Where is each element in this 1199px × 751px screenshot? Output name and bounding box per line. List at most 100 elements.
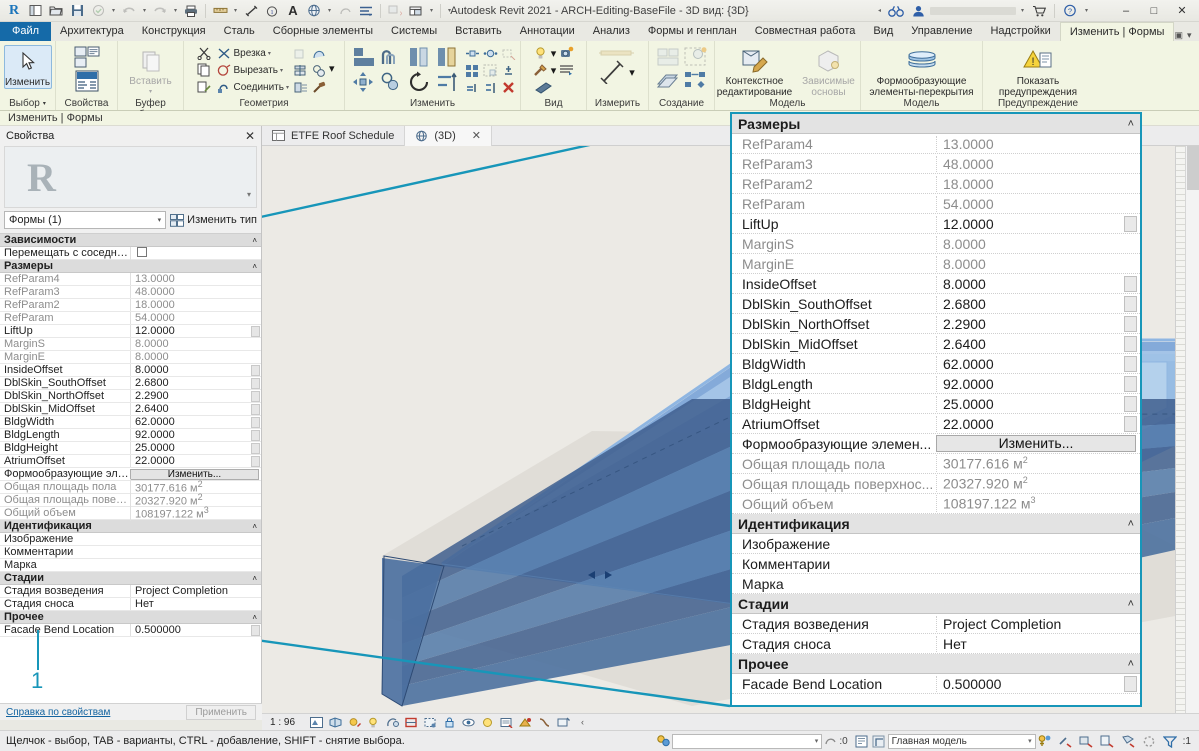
maximize-button[interactable]: □ [1141,1,1167,21]
create-group-icon[interactable] [683,46,709,68]
property-value[interactable]: 92.0000 [936,375,1124,392]
property-value[interactable]: 2.2900 [130,390,251,402]
property-value[interactable]: 62.0000 [936,355,1124,372]
chevron-up-icon[interactable]: ˄ [1128,518,1134,530]
select-underlay-icon[interactable] [1078,733,1095,749]
worksharing-display-icon[interactable] [556,715,571,729]
magnified-properties-panel[interactable]: Размеры ˄ RefParam4 13.0000 RefParam3 48.0000… [730,112,1142,707]
text-icon[interactable]: A [283,1,303,20]
chevron-up-icon[interactable]: ˄ [252,522,257,531]
select-links-icon[interactable] [1057,733,1074,749]
split-face-icon[interactable] [311,45,327,61]
property-value[interactable]: 92.0000 [130,429,251,441]
group-icon[interactable] [483,62,499,78]
array-linear-icon[interactable] [465,45,481,61]
unjoin-icon[interactable] [483,79,499,95]
edit-mass-floors-button[interactable]: Изменить... [130,468,259,480]
demolish-hammer-icon[interactable] [311,79,327,95]
ribbon-collapse-icon[interactable]: ▣ [1174,30,1183,41]
property-value[interactable]: 2.6800 [130,377,251,389]
property-value[interactable]: Project Completion [130,585,261,597]
select-pinned-icon[interactable] [1099,733,1116,749]
property-value[interactable]: 8.0000 [130,364,251,376]
paste-button[interactable]: Вставить ▾ [120,45,182,98]
search-binoculars-icon[interactable] [886,1,906,20]
parameter-association-button[interactable] [251,390,260,402]
property-row[interactable]: Формообразующие элемен...Изменить... [732,434,1140,454]
edit-type-button[interactable]: Изменить тип [170,213,257,227]
ribbon-tab-analyze[interactable]: Анализ [584,22,639,41]
tag-by-category-icon[interactable]: 1 [262,1,282,20]
property-value[interactable]: 8.0000 [936,275,1124,292]
property-value[interactable]: Нет [936,635,1140,652]
view-scale-label[interactable]: 1 : 96 [270,717,305,728]
copy-icon[interactable] [196,62,212,78]
property-row[interactable]: InsideOffset 8.0000 [0,364,261,377]
property-value[interactable]: 2.6800 [936,295,1124,312]
lock-3d-view-icon[interactable] [442,715,457,729]
property-value[interactable]: 12.0000 [130,325,251,337]
measure-along-element-icon[interactable] [600,60,626,84]
copy-move-icon[interactable] [379,70,405,94]
close-icon[interactable]: ✕ [472,129,481,142]
trim-extend-icon[interactable] [435,70,461,94]
property-row[interactable]: Комментарии [732,554,1140,574]
rendering-dialog-icon[interactable] [385,715,400,729]
worksets-icon[interactable] [655,733,672,749]
cut-scissors-icon[interactable] [196,45,212,61]
create-similar-icon[interactable] [655,46,681,68]
unpin-icon[interactable] [501,62,517,78]
parameter-association-button[interactable] [1124,315,1137,332]
property-row[interactable]: Перемещать с соседними э... [0,246,261,260]
property-row[interactable]: Марка [0,559,261,572]
create-assembly-icon[interactable] [683,69,709,91]
property-row[interactable]: Марка [732,574,1140,594]
parameter-association-button[interactable] [1124,675,1137,692]
temporary-hide-isolate-icon[interactable] [461,715,476,729]
help-dropdown-icon[interactable]: ▾ [1082,1,1091,20]
delete-icon[interactable] [501,79,517,95]
pin-icon[interactable] [465,79,481,95]
apply-button[interactable]: Применить [186,704,256,720]
design-option-selector[interactable]: Главная модель ▾ [887,733,1036,749]
property-row[interactable]: Стадия сноса Нет [0,598,261,611]
property-row[interactable]: DblSkin_SouthOffset 2.6800 [732,294,1140,314]
ribbon-tab-steel[interactable]: Сталь [215,22,264,41]
redo-dropdown-icon[interactable]: ▾ [171,1,180,20]
chevron-down-icon[interactable]: ▾ [1028,737,1032,745]
switch-windows-dropdown-icon[interactable]: ▾ [427,1,436,20]
close-hidden-windows-icon[interactable]: ✕ [385,1,405,20]
property-value[interactable]: 22.0000 [130,455,251,467]
view-control-bar[interactable]: 1 : 96 ‹ [262,713,1199,730]
left-arrow-icon[interactable]: ◂ [875,1,884,20]
ribbon-tab-addins[interactable]: Надстройки [981,22,1059,41]
move-with-nearby-checkbox[interactable] [137,246,147,257]
property-row[interactable]: DblSkin_NorthOffset 2.2900 [0,390,261,403]
ribbon-display-options[interactable]: ▣ ▾ [1174,30,1199,41]
switch-windows-icon[interactable] [406,1,426,20]
ribbon-tab-annotate[interactable]: Аннотации [511,22,584,41]
chevron-up-icon[interactable]: ˄ [1128,598,1134,610]
mirror-draw-axis-icon[interactable] [435,45,461,69]
property-value[interactable]: 25.0000 [130,442,251,454]
visual-style-icon[interactable] [328,715,343,729]
align-icon[interactable] [351,45,377,69]
exclude-options-icon[interactable] [871,733,888,749]
rotate-icon[interactable] [407,70,433,94]
ribbon-panel-bar[interactable]: Изменить Выбор ▾ Свойства Вставить ▾ Буф… [0,41,1199,120]
shadows-icon[interactable] [366,715,381,729]
ribbon-tab-collaborate[interactable]: Совместная работа [746,22,865,41]
switch-join-order-icon[interactable] [293,79,309,95]
offset-icon[interactable] [379,45,405,69]
property-value[interactable]: 0.500000 [936,675,1124,692]
shopping-cart-icon[interactable] [1029,1,1049,20]
parameter-association-button[interactable] [1124,335,1137,352]
property-row[interactable]: LiftUp 12.0000 [0,325,261,338]
filter-icon[interactable] [1162,733,1179,749]
property-row[interactable]: Facade Bend Location 0.500000 [732,674,1140,694]
scrollbar-thumb[interactable] [1186,140,1199,190]
temporary-view-properties-icon[interactable] [499,715,514,729]
constraints-icon[interactable] [537,715,552,729]
property-row[interactable]: LiftUp 12.0000 [732,214,1140,234]
view-tab-3d[interactable]: (3D) ✕ [405,125,492,146]
